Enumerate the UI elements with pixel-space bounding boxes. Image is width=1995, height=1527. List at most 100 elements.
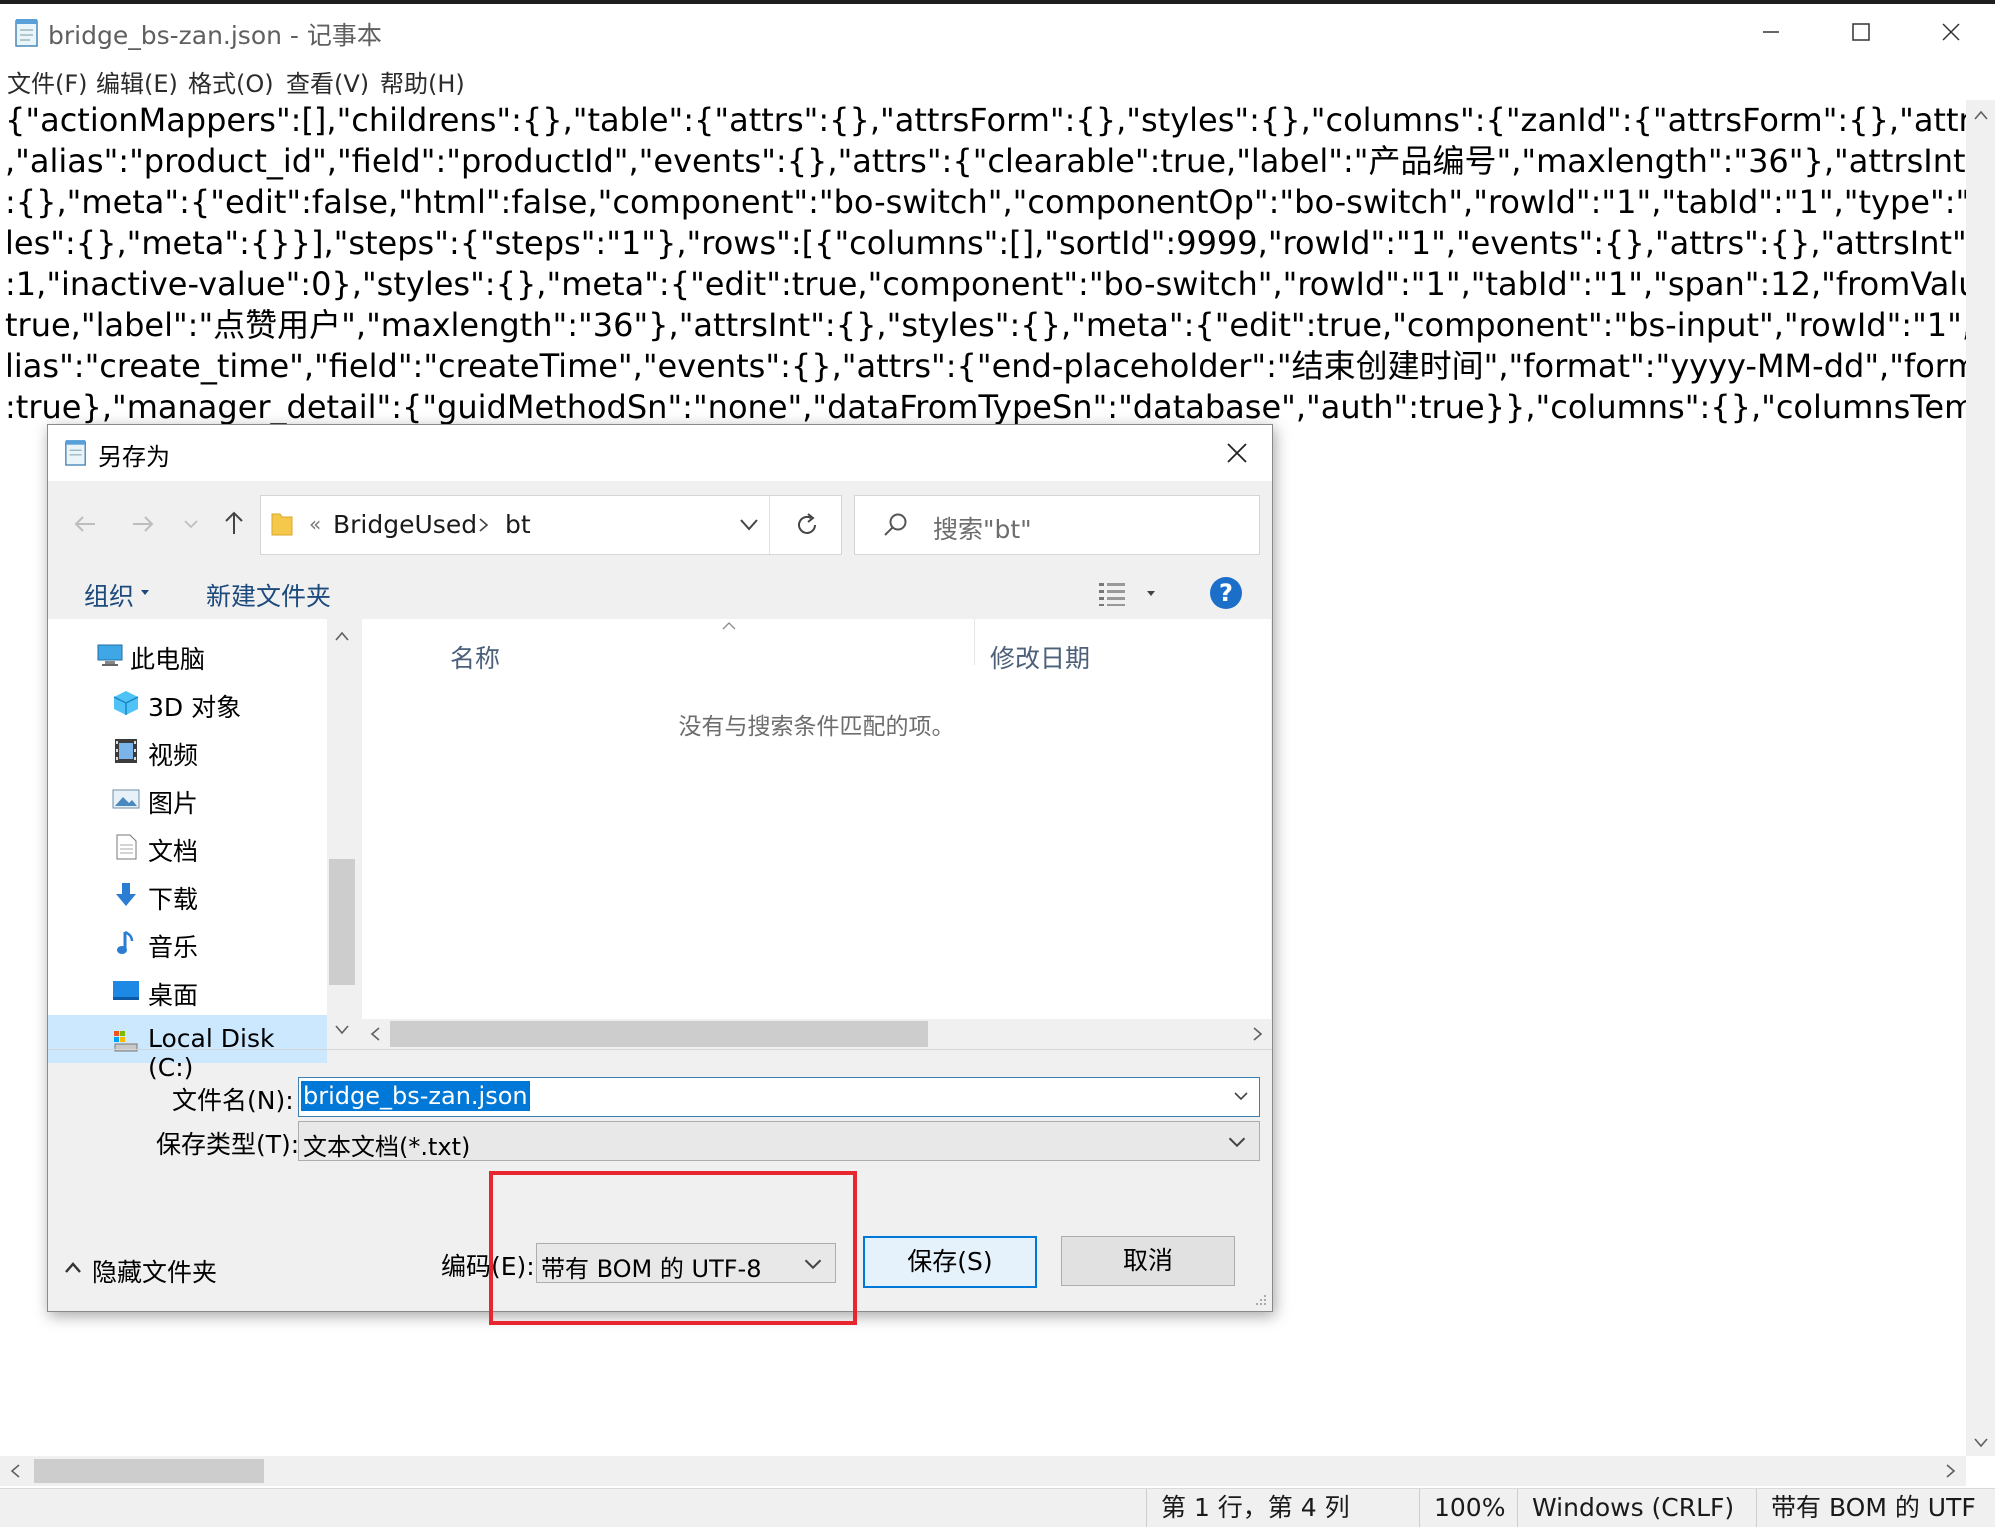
address-bar[interactable]: « BridgeUsed bt [260, 495, 842, 555]
back-arrow-icon[interactable] [74, 515, 96, 533]
filetype-label: 保存类型(T): [156, 1130, 300, 1159]
help-button[interactable]: ? [1210, 577, 1242, 609]
desktop-icon [113, 981, 139, 1000]
nav-item-this-pc[interactable]: 此电脑 [48, 631, 327, 679]
dialog-close-button[interactable] [1212, 429, 1262, 477]
view-options-icon[interactable] [1098, 581, 1126, 607]
close-window-button[interactable] [1906, 4, 1995, 60]
editor-line: :{},"meta":{"edit":false,"html":false,"c… [5, 183, 1966, 221]
status-position: 第 1 行，第 4 列 [1146, 1489, 1419, 1527]
search-placeholder: 搜索"bt" [933, 515, 1032, 544]
minimize-button[interactable] [1726, 4, 1816, 60]
status-bar: 第 1 行，第 4 列 100% Windows (CRLF) 带有 BOM 的… [0, 1488, 1995, 1527]
nav-item-music[interactable]: 音乐 [48, 919, 327, 967]
dialog-title: 另存为 [98, 443, 170, 471]
chevron-up-icon [65, 1262, 81, 1273]
refresh-icon[interactable] [795, 512, 819, 538]
scroll-up-icon[interactable] [335, 631, 349, 641]
column-header-modified[interactable]: 修改日期 [990, 639, 1090, 675]
menu-help[interactable]: 帮助(H) [380, 64, 465, 99]
address-separator [769, 496, 770, 554]
recent-locations-icon[interactable] [184, 519, 198, 529]
picture-icon [112, 789, 140, 809]
filename-input[interactable]: bridge_bs-zan.json [298, 1077, 1260, 1117]
pane-divider [48, 1049, 1272, 1050]
search-icon [884, 513, 907, 536]
navigation-pane[interactable]: 此电脑 3D 对象 视频 图片 文档 下载 音乐 桌面 Local Disk (… [48, 619, 327, 1082]
vertical-scrollbar[interactable] [1966, 100, 1995, 1456]
scroll-down-icon[interactable] [1974, 1438, 1988, 1448]
chevron-down-icon[interactable] [739, 518, 759, 532]
chevron-down-icon[interactable] [1146, 590, 1156, 598]
menu-format[interactable]: 格式(O) [188, 64, 274, 99]
sort-ascending-icon [722, 622, 736, 630]
status-zoom: 100% [1419, 1489, 1514, 1527]
scroll-right-icon[interactable] [1946, 1464, 1956, 1478]
breadcrumb-bt[interactable]: bt [505, 510, 531, 539]
file-list-scroll-thumb[interactable] [390, 1021, 928, 1047]
editor-line: ,"alias":"product_id","field":"productId… [5, 142, 1966, 180]
chevron-right-icon [479, 518, 489, 532]
filetype-select[interactable]: 文本文档(*.txt) [298, 1121, 1260, 1161]
horizontal-scrollbar[interactable] [0, 1456, 1966, 1486]
scroll-right-icon[interactable] [1253, 1027, 1263, 1041]
navigation-scroll-thumb[interactable] [329, 859, 355, 985]
scroll-left-icon[interactable] [370, 1027, 380, 1041]
nav-item-label: 此电脑 [130, 645, 206, 674]
download-icon [116, 883, 136, 906]
new-folder-button[interactable]: 新建文件夹 [206, 577, 331, 613]
nav-item-pictures[interactable]: 图片 [48, 775, 327, 823]
horizontal-scroll-thumb[interactable] [34, 1459, 264, 1483]
column-header-name[interactable]: 名称 [450, 639, 500, 675]
editor-line: {"actionMappers":[],"childrens":{},"tabl… [5, 101, 1966, 139]
save-button[interactable]: 保存(S) [863, 1236, 1037, 1288]
nav-item-documents[interactable]: 文档 [48, 823, 327, 871]
dialog-titlebar: 另存为 [48, 425, 1272, 481]
dialog-toolbar: 组织 新建文件夹 ? [48, 557, 1272, 627]
editor-line: lias":"create_time","field":"createTime"… [5, 347, 1966, 385]
nav-item-label: 下载 [148, 885, 199, 914]
nav-item-videos[interactable]: 视频 [48, 727, 327, 775]
resize-grip-icon[interactable] [1252, 1291, 1268, 1307]
navigation-row: « BridgeUsed bt 搜索"bt" [48, 481, 1272, 557]
up-arrow-icon[interactable] [224, 511, 244, 535]
minimize-icon [1763, 31, 1779, 33]
navigation-scrollbar[interactable] [327, 619, 357, 1049]
forward-arrow-icon[interactable] [132, 515, 154, 533]
chevron-down-icon [141, 590, 149, 595]
column-separator[interactable] [974, 619, 975, 665]
menu-file[interactable]: 文件(F) [7, 64, 88, 99]
video-icon [115, 739, 137, 763]
file-list-horizontal-scrollbar[interactable] [362, 1019, 1271, 1049]
cancel-button[interactable]: 取消 [1061, 1236, 1235, 1286]
nav-item-desktop[interactable]: 桌面 [48, 967, 327, 1015]
nav-item-local-disk[interactable]: Local Disk (C:) [48, 1015, 327, 1082]
nav-item-label: 图片 [148, 789, 199, 818]
search-box[interactable]: 搜索"bt" [854, 495, 1260, 555]
music-icon [117, 930, 134, 954]
nav-item-label: 视频 [148, 741, 199, 770]
editor-line: true,"label":"点赞用户","maxlength":"36"},"a… [5, 306, 1966, 344]
breadcrumb-bridgeused[interactable]: BridgeUsed [333, 510, 477, 539]
menu-view[interactable]: 查看(V) [286, 64, 369, 99]
nav-item-downloads[interactable]: 下载 [48, 871, 327, 919]
breadcrumb-overflow[interactable]: « [309, 512, 321, 536]
scroll-up-icon[interactable] [1974, 110, 1988, 120]
chevron-down-icon [1228, 1137, 1246, 1148]
window-title: bridge_bs-zan.json - 记事本 [48, 21, 382, 50]
hide-folders-label: 隐藏文件夹 [92, 1258, 218, 1287]
maximize-button[interactable] [1816, 4, 1906, 60]
nav-item-label: 音乐 [148, 933, 199, 962]
filetype-value: 文本文档(*.txt) [303, 1133, 471, 1161]
scroll-down-icon[interactable] [335, 1025, 349, 1035]
editor-line: les":{},"meta":{}}],"steps":{"steps":"1"… [5, 224, 1966, 262]
file-list[interactable]: 名称 修改日期 没有与搜索条件匹配的项。 [362, 619, 1271, 1049]
nav-item-3d-objects[interactable]: 3D 对象 [48, 679, 327, 727]
menu-edit[interactable]: 编辑(E) [96, 64, 178, 99]
organize-button[interactable]: 组织 [84, 577, 134, 613]
scroll-left-icon[interactable] [10, 1464, 20, 1478]
maximize-icon [1852, 23, 1870, 41]
notepad-icon [15, 19, 38, 47]
chevron-down-icon[interactable] [1233, 1090, 1249, 1102]
notepad-icon [65, 440, 86, 466]
